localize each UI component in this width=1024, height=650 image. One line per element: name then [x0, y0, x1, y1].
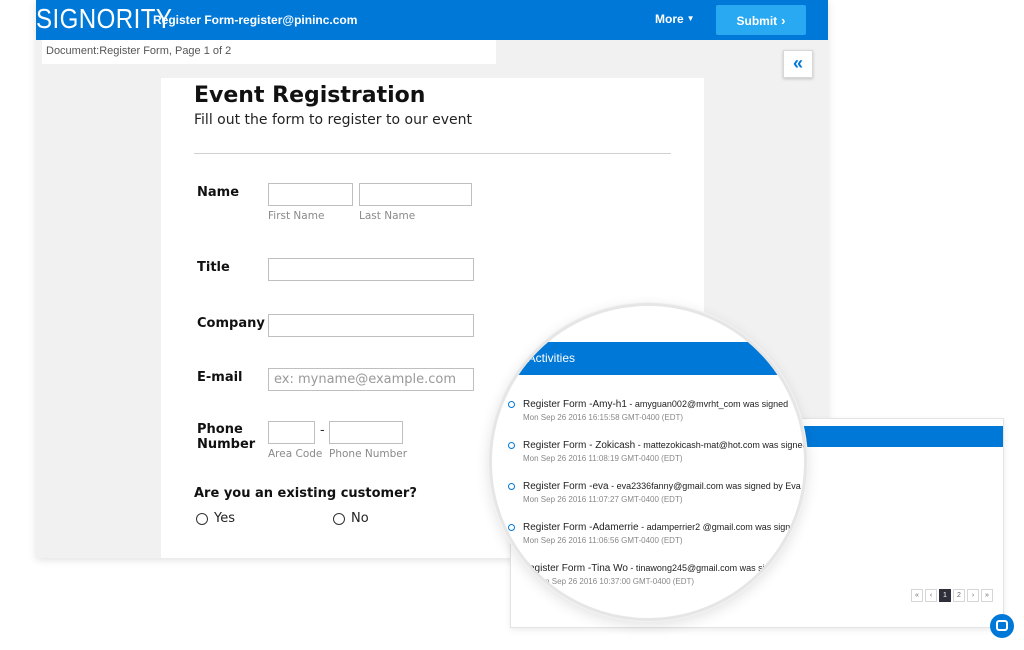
company-label: Company — [197, 316, 265, 331]
activity-detail: - eva2336fanny@gmail.com was signed by E… — [608, 481, 801, 491]
radio-circle-icon — [196, 512, 208, 525]
radio-yes-label: Yes — [214, 511, 235, 526]
activity-item[interactable]: Register Form - Zokicash - mattezokicash… — [492, 440, 807, 476]
area-code-input[interactable] — [268, 421, 315, 444]
activities-header: nt Activities — [492, 342, 804, 375]
activity-time: Mon Sep 26 2016 11:07:27 GMT-0400 (EDT) — [523, 495, 683, 504]
activity-text: egister Form -Tina Wo - tinawong245@gmai… — [529, 563, 765, 574]
pagination-page-1[interactable]: 1 — [939, 589, 951, 602]
activity-form: egister Form -Tina Wo — [529, 563, 628, 574]
title-label: Title — [197, 260, 230, 275]
activity-detail: - amyguan002@mvrht_com was signed — [626, 399, 789, 409]
activity-text: Register Form -Adamerrie - adamperrier2 … — [523, 522, 800, 533]
pagination-last[interactable]: » — [981, 589, 993, 602]
title-input[interactable] — [268, 258, 474, 281]
submit-button[interactable]: Submit › — [716, 5, 806, 35]
chat-button[interactable] — [990, 614, 1014, 638]
breadcrumb-bar: Document:Register Form, Page 1 of 2 — [42, 40, 496, 64]
email-input[interactable]: ex: myname@example.com — [268, 368, 474, 391]
phone-number-input[interactable] — [329, 421, 403, 444]
phone-separator: - — [320, 423, 325, 438]
pagination: « ‹ 1 2 › » — [911, 589, 993, 602]
timeline-dot-icon — [508, 524, 515, 531]
form-divider — [194, 153, 671, 154]
timeline-dot-icon — [508, 442, 515, 449]
activities-title: nt Activities — [515, 351, 576, 365]
radio-no-label: No — [351, 511, 369, 526]
pagination-prev[interactable]: ‹ — [925, 589, 937, 602]
pagination-page-2[interactable]: 2 — [953, 589, 965, 602]
chat-bubble-icon — [996, 620, 1008, 631]
activity-text: Register Form - Zokicash - mattezokicash… — [523, 440, 807, 451]
activity-text: Register Form -eva - eva2336fanny@gmail.… — [523, 481, 801, 492]
chevron-right-icon: › — [781, 12, 786, 28]
pagination-first[interactable]: « — [911, 589, 923, 602]
activity-item[interactable]: Register Form -Amy-h1 - amyguan002@mvrht… — [492, 399, 804, 435]
activity-time: Mon Sep 26 2016 11:06:56 GMT-0400 (EDT) — [523, 536, 683, 545]
activity-time: Mon Sep 26 2016 16:15:58 GMT-0400 (EDT) — [523, 413, 684, 422]
radio-yes[interactable]: Yes — [196, 511, 235, 526]
radio-circle-icon — [333, 512, 345, 525]
signority-logo[interactable]: SIGNORITY — [36, 3, 172, 35]
activity-detail: - tinawong245@gmail.com was si — [627, 563, 765, 573]
activity-detail: - mattezokicash-mat@hot.com was signed — [635, 440, 807, 450]
phone-label: Phone Number — [197, 422, 255, 452]
activity-item[interactable]: Register Form -Adamerrie - adamperrier2 … — [492, 522, 804, 558]
last-name-hint: Last Name — [359, 210, 416, 222]
activity-time: Mon Sep 26 2016 11:08:19 GMT-0400 (EDT) — [523, 454, 683, 463]
activity-item[interactable]: egister Form -Tina Wo - tinawong245@gmai… — [492, 563, 804, 599]
phone-number-hint: Phone Number — [329, 448, 408, 460]
caret-down-icon: ▼ — [686, 14, 695, 23]
timeline-dot-icon — [508, 401, 515, 408]
phone-label-line-2: Number — [197, 437, 256, 452]
activity-form: Register Form -Adamerrie — [523, 522, 639, 533]
last-name-input[interactable] — [359, 183, 472, 206]
more-label: More — [655, 12, 684, 26]
breadcrumb: Document:Register Form, Page 1 of 2 — [46, 45, 232, 57]
timeline-dot-icon — [508, 483, 515, 490]
activity-time: Mon Sep 26 2016 10:37:00 GMT-0400 (EDT) — [534, 577, 695, 586]
form-title: Event Registration — [194, 83, 426, 108]
first-name-hint: First Name — [268, 210, 325, 222]
radio-no[interactable]: No — [333, 511, 369, 526]
name-label: Name — [197, 185, 240, 200]
company-input[interactable] — [268, 314, 474, 337]
activity-form: Register Form - Zokicash — [523, 440, 636, 451]
top-bar: SIGNORITY Register Form-register@pininc.… — [36, 0, 828, 40]
pagination-next[interactable]: › — [967, 589, 979, 602]
first-name-input[interactable] — [268, 183, 353, 206]
more-menu-button[interactable]: More ▼ — [655, 12, 695, 26]
double-chevron-left-icon: « — [792, 53, 803, 73]
area-code-hint: Area Code — [268, 448, 323, 460]
form-subtitle: Fill out the form to register to our eve… — [194, 112, 473, 128]
collapse-panel-button[interactable]: « — [783, 50, 813, 78]
existing-customer-question: Are you an existing customer? — [194, 486, 417, 501]
submit-label: Submit — [736, 13, 778, 28]
timeline-dot-icon — [519, 567, 525, 573]
activity-form: Register Form -Amy-h1 — [523, 399, 627, 410]
activity-text: Register Form -Amy-h1 - amyguan002@mvrht… — [523, 399, 788, 410]
phone-label-line-1: Phone — [197, 422, 243, 437]
email-label: E-mail — [197, 370, 243, 385]
activity-form: Register Form -eva — [523, 481, 609, 492]
activity-item[interactable]: Register Form -eva - eva2336fanny@gmail.… — [492, 481, 804, 517]
activity-detail: - adamperrier2 @gmail.com was signed — [638, 522, 801, 532]
document-title: Register Form-register@pininc.com — [153, 13, 358, 27]
magnifier-lens: nt Activities Register Form -Amy-h1 - am… — [489, 303, 807, 621]
